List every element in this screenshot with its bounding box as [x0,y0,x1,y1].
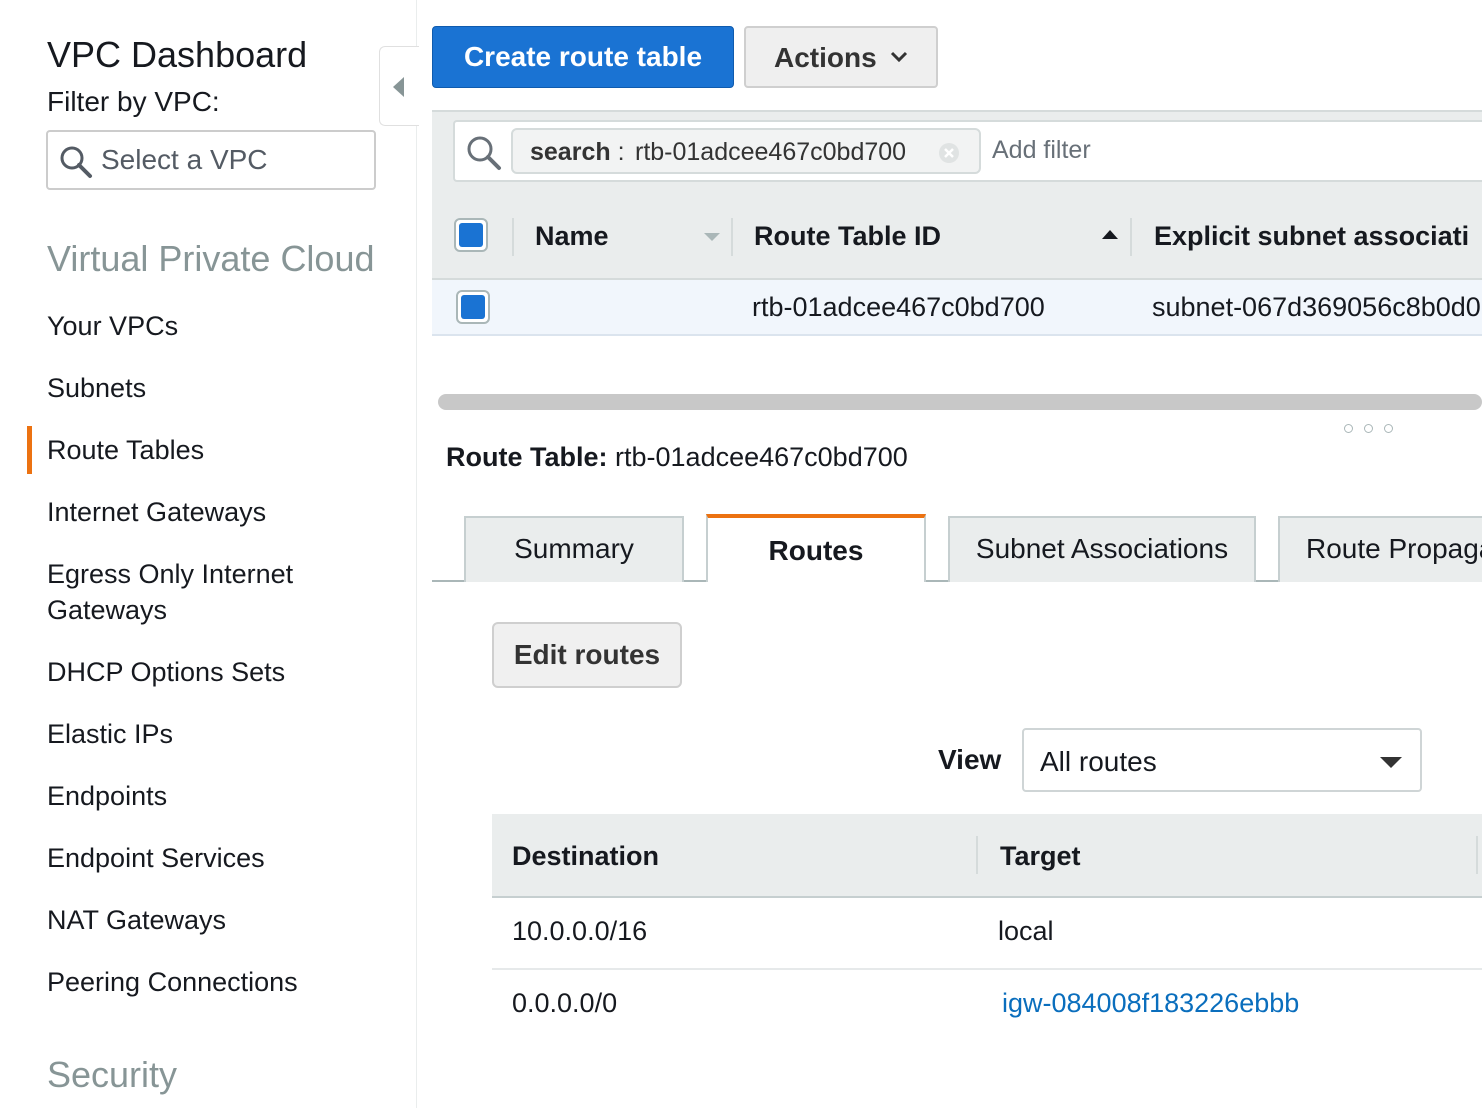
column-header-route-table-id[interactable]: Route Table ID [754,221,941,252]
filter-token-key: search : [530,138,632,166]
sidebar-item-egress-only-internet-gateways[interactable]: Egress Only Internet Gateways [47,556,347,628]
table-row[interactable]: rtb-01adcee467c0bd700 subnet-067d369056c… [432,280,1482,336]
add-filter-placeholder[interactable]: Add filter [992,136,1091,165]
sidebar-item-endpoints[interactable]: Endpoints [47,778,167,814]
actions-label: Actions [774,42,877,73]
edit-routes-button[interactable]: Edit routes [492,622,682,688]
section-security: Security [47,1054,178,1095]
caret-left-icon [393,77,404,97]
sidebar-item-internet-gateways[interactable]: Internet Gateways [47,494,266,530]
sidebar-item-peering-connections[interactable]: Peering Connections [47,964,298,1000]
search-icon [467,136,501,170]
view-select-value: All routes [1040,746,1157,777]
route-target: local [998,916,1054,946]
resize-handle-dot[interactable] [1344,424,1353,433]
row-subnet: subnet-067d369056c8b0d0 [1152,292,1481,322]
sidebar-item-subnets[interactable]: Subnets [47,370,146,406]
sidebar-item-nat-gateways[interactable]: NAT Gateways [47,902,226,938]
sort-desc-icon[interactable] [704,233,720,241]
create-route-table-button[interactable]: Create route table [432,26,734,88]
collapse-sidebar-button[interactable] [379,46,419,126]
tab-routes[interactable]: Routes [706,514,926,582]
search-icon [60,146,92,178]
detail-title: Route Table: rtb-01adcee467c0bd700 [446,442,908,473]
chevron-down-icon [890,51,908,63]
routes-table-header: Destination Target [492,814,1482,898]
route-tables-grid-header: Name Route Table ID Explicit subnet asso… [432,194,1482,280]
view-select[interactable]: All routes [1022,728,1422,792]
detail-title-label: Route Table: [446,442,608,472]
tab-summary[interactable]: Summary [464,516,684,582]
column-header-destination[interactable]: Destination [512,841,659,872]
actions-dropdown-button[interactable]: Actions [744,26,938,88]
route-target-link[interactable]: igw-084008f183226ebbb [1002,988,1299,1019]
section-virtual-private-cloud: Virtual Private Cloud [47,238,375,279]
detail-route-table-id: rtb-01adcee467c0bd700 [615,442,908,472]
sidebar: VPC Dashboard Filter by VPC: Select a VP… [0,0,417,1108]
resize-handle-dot[interactable] [1364,424,1373,433]
route-destination: 10.0.0.0/16 [512,916,648,946]
sidebar-item-route-tables[interactable]: Route Tables [47,432,204,468]
vpc-select[interactable]: Select a VPC [46,130,376,190]
sidebar-item-your-vpcs[interactable]: Your VPCs [47,308,178,344]
select-all-checkbox[interactable] [454,218,488,252]
tab-subnet-associations[interactable]: Subnet Associations [948,516,1256,582]
sidebar-item-elastic-ips[interactable]: Elastic IPs [47,716,173,752]
route-row: 10.0.0.0/16 local [492,898,1482,970]
route-row: 0.0.0.0/0 igw-084008f183226ebbb [492,970,1482,1042]
tab-route-propagation[interactable]: Route Propaga [1278,516,1482,582]
row-route-table-id: rtb-01adcee467c0bd700 [752,292,1045,322]
active-nav-indicator [27,426,32,474]
sidebar-item-endpoint-services[interactable]: Endpoint Services [47,840,265,876]
caret-down-icon [1380,757,1402,768]
resize-handle-dot[interactable] [1384,424,1393,433]
remove-filter-icon[interactable] [937,141,961,165]
filter-token-value: rtb-01adcee467c0bd700 [635,138,907,166]
sidebar-item-dhcp-options-sets[interactable]: DHCP Options Sets [47,654,285,690]
horizontal-scrollbar[interactable] [438,394,1482,410]
column-header-target[interactable]: Target [1000,841,1081,872]
column-header-name[interactable]: Name [535,221,609,252]
view-label: View [938,744,1002,775]
sidebar-title[interactable]: VPC Dashboard [47,34,307,76]
filter-by-vpc-label: Filter by VPC: [47,86,220,117]
vpc-select-placeholder: Select a VPC [101,144,268,175]
sort-asc-icon[interactable] [1102,230,1118,239]
column-header-explicit-subnet[interactable]: Explicit subnet associati [1154,221,1469,252]
route-destination: 0.0.0.0/0 [512,988,618,1018]
filter-token[interactable]: search : rtb-01adcee467c0bd700 [511,128,981,174]
row-checkbox[interactable] [456,290,490,324]
